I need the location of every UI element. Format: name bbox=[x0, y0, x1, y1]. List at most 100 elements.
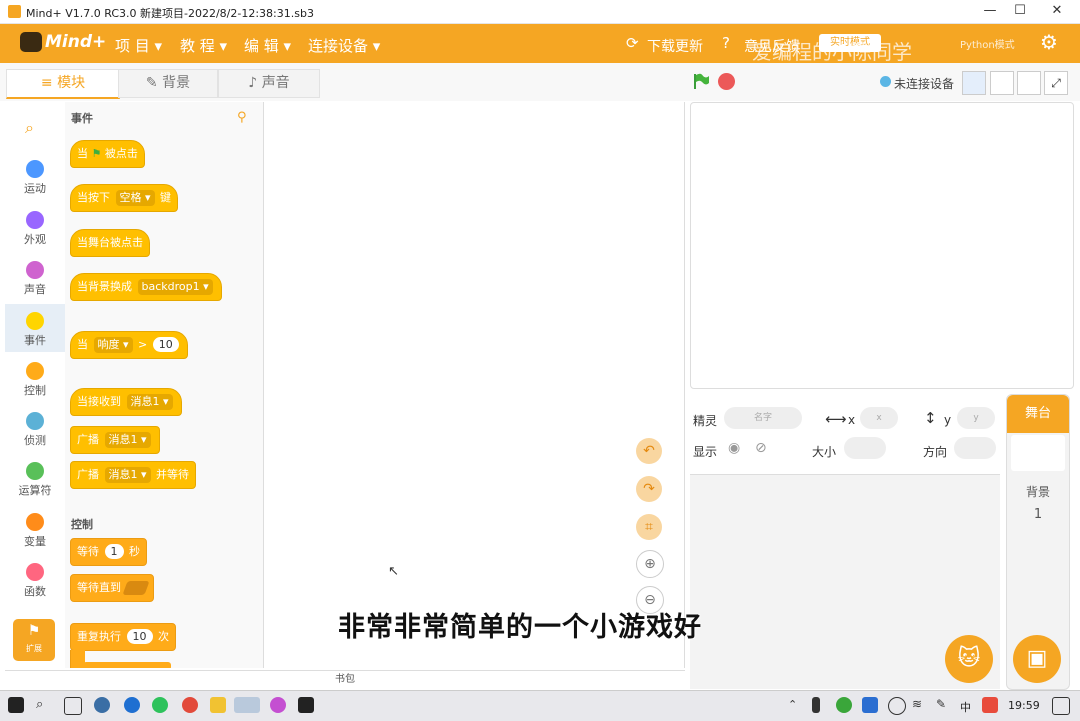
sensor-dropdown[interactable]: 响度 ▾ bbox=[93, 337, 133, 353]
x-input[interactable]: x bbox=[860, 407, 898, 429]
category-events[interactable]: 事件 bbox=[5, 304, 65, 352]
block-when-receive[interactable]: 当接收到 消息1 ▾ bbox=[70, 388, 182, 416]
tray-app3-icon[interactable] bbox=[888, 697, 906, 715]
microphone-icon[interactable] bbox=[812, 697, 820, 713]
events-dot-icon bbox=[26, 312, 44, 330]
terminal-taskbar-icon[interactable] bbox=[298, 697, 314, 713]
edge-browser-icon[interactable] bbox=[124, 697, 140, 713]
block-wait-seconds[interactable]: 等待 1 秒 bbox=[70, 538, 147, 566]
stage-canvas[interactable] bbox=[690, 102, 1074, 389]
category-looks[interactable]: 外观 bbox=[5, 203, 65, 251]
tray-chevron-icon[interactable]: ⌃ bbox=[788, 698, 797, 711]
seconds-input[interactable]: 1 bbox=[104, 544, 124, 559]
block-broadcast-and-wait[interactable]: 广播 消息1 ▾ 并等待 bbox=[70, 461, 197, 489]
category-sensing[interactable]: 侦测 bbox=[5, 404, 65, 452]
category-functions[interactable]: 函数 bbox=[5, 555, 65, 603]
message-dropdown[interactable]: 消息1 ▾ bbox=[104, 467, 151, 483]
stage-only-layout-icon[interactable] bbox=[1017, 71, 1041, 95]
app-taskbar-icon[interactable] bbox=[270, 697, 286, 713]
wifi-icon[interactable]: ≋ bbox=[912, 697, 928, 713]
green-flag-icon[interactable] bbox=[692, 72, 710, 90]
notification-icon[interactable] bbox=[1052, 697, 1070, 715]
y-input[interactable]: y bbox=[957, 407, 995, 429]
backpack-bar[interactable]: 书包 bbox=[5, 670, 685, 689]
menu-project[interactable]: 项 目 ▾ bbox=[115, 35, 162, 56]
condition-slot[interactable] bbox=[121, 581, 150, 595]
backdrops-count: 1 bbox=[1033, 507, 1043, 522]
category-label: 声音 bbox=[24, 283, 46, 296]
chrome-icon[interactable] bbox=[182, 697, 198, 713]
menu-tutorial[interactable]: 教 程 ▾ bbox=[180, 35, 227, 56]
block-when-loudness-greater[interactable]: 当 响度 ▾ > 10 bbox=[70, 331, 188, 359]
category-variables[interactable]: 变量 bbox=[5, 505, 65, 553]
python-mode-toggle[interactable]: Python模式 bbox=[960, 36, 1015, 51]
ime-indicator[interactable]: 中 bbox=[960, 699, 971, 715]
category-sound[interactable]: 声音 bbox=[5, 253, 65, 301]
maximize-button[interactable]: ☐ bbox=[1005, 2, 1035, 20]
add-sprite-cat-icon[interactable]: 🐱 bbox=[945, 635, 993, 683]
download-update-link[interactable]: 下载更新 bbox=[647, 36, 703, 56]
tab-backdrops[interactable]: ✎ 背景 bbox=[118, 69, 218, 98]
category-control[interactable]: 控制 bbox=[5, 354, 65, 402]
large-stage-layout-icon[interactable] bbox=[990, 71, 1014, 95]
key-dropdown[interactable]: 空格 ▾ bbox=[115, 190, 155, 206]
stage-thumbnail[interactable] bbox=[1011, 435, 1065, 471]
backdrop-dropdown[interactable]: backdrop1 ▾ bbox=[137, 279, 213, 295]
block-broadcast[interactable]: 广播 消息1 ▾ bbox=[70, 426, 160, 454]
direction-label: 方向 bbox=[923, 445, 948, 459]
block-when-stage-clicked[interactable]: 当舞台被点击 bbox=[70, 229, 150, 257]
fullscreen-icon[interactable]: ⤢ bbox=[1044, 71, 1068, 95]
tray-app-icon[interactable] bbox=[836, 697, 852, 713]
block-wait-until[interactable]: 等待直到 bbox=[70, 574, 154, 602]
mindplus-taskbar-icon[interactable] bbox=[234, 697, 260, 713]
close-button[interactable]: ✕ bbox=[1042, 2, 1072, 20]
message-dropdown[interactable]: 消息1 ▾ bbox=[126, 394, 173, 410]
eye-hidden-icon[interactable]: ⊘ bbox=[755, 440, 767, 456]
extensions-button[interactable]: ⚑ 扩展 bbox=[13, 619, 55, 661]
category-operators[interactable]: 运算符 bbox=[5, 454, 65, 502]
cleanup-icon[interactable]: ⌗ bbox=[636, 514, 662, 540]
pen-icon[interactable]: ✎ bbox=[936, 697, 952, 713]
block-when-flag-clicked[interactable]: 当 ⚑ 被点击 bbox=[70, 140, 145, 168]
stop-icon[interactable] bbox=[718, 73, 735, 90]
redo-icon[interactable]: ↷ bbox=[636, 476, 662, 502]
file-explorer-icon[interactable] bbox=[210, 697, 226, 713]
block-repeat[interactable]: 重复执行 10 次 bbox=[70, 623, 176, 651]
block-when-backdrop-switches[interactable]: 当背景换成 backdrop1 ▾ bbox=[70, 273, 222, 301]
tab-blocks[interactable]: ≡ 模块 bbox=[6, 69, 120, 99]
sogou-ime-icon[interactable] bbox=[982, 697, 998, 713]
settings-gear-icon[interactable]: ⚙ bbox=[1040, 30, 1058, 54]
direction-input[interactable] bbox=[954, 437, 996, 459]
block-when-key-pressed[interactable]: 当按下 空格 ▾ 键 bbox=[70, 184, 179, 212]
repeat-count-input[interactable]: 10 bbox=[126, 629, 153, 644]
search-icon[interactable]: ⌕ bbox=[36, 697, 52, 713]
clock-time[interactable]: 19:59 bbox=[1008, 699, 1040, 712]
eye-icon[interactable]: ◉ bbox=[728, 440, 740, 456]
menu-edit[interactable]: 编 辑 ▾ bbox=[244, 35, 291, 56]
size-input[interactable] bbox=[844, 437, 886, 459]
sprite-list[interactable]: 🐱 bbox=[690, 474, 1000, 689]
search-icon[interactable]: ⌕ bbox=[25, 118, 34, 138]
category-motion[interactable]: 运动 bbox=[5, 152, 65, 200]
network-app-icon[interactable] bbox=[94, 697, 110, 713]
tray-app2-icon[interactable] bbox=[862, 697, 878, 713]
threshold-input[interactable]: 10 bbox=[152, 337, 179, 352]
functions-dot-icon bbox=[26, 563, 44, 581]
sprite-name-input[interactable]: 名字 bbox=[724, 407, 802, 429]
script-workspace[interactable]: ↶ ↷ ⌗ ⊕ ⊖ ↖ bbox=[264, 102, 685, 668]
windows-start-icon[interactable] bbox=[8, 697, 24, 713]
zoom-in-icon[interactable]: ⊕ bbox=[636, 550, 664, 578]
wechat-icon[interactable] bbox=[152, 697, 168, 713]
message-dropdown[interactable]: 消息1 ▾ bbox=[104, 432, 151, 448]
minimize-button[interactable]: — bbox=[975, 2, 1005, 20]
category-label: 事件 bbox=[24, 334, 46, 347]
small-stage-layout-icon[interactable] bbox=[962, 71, 986, 95]
category-label: 侦测 bbox=[24, 434, 46, 447]
tab-sounds[interactable]: ♪ 声音 bbox=[218, 69, 320, 98]
task-view-icon[interactable] bbox=[64, 697, 82, 715]
add-backdrop-icon[interactable]: ▣ bbox=[1013, 635, 1061, 683]
stage-selector[interactable]: 舞台 背景 1 ▣ bbox=[1006, 394, 1070, 690]
pin-icon[interactable]: ⚲ bbox=[237, 110, 247, 125]
undo-icon[interactable]: ↶ bbox=[636, 438, 662, 464]
menu-connect-device[interactable]: 连接设备 ▾ bbox=[308, 35, 380, 56]
